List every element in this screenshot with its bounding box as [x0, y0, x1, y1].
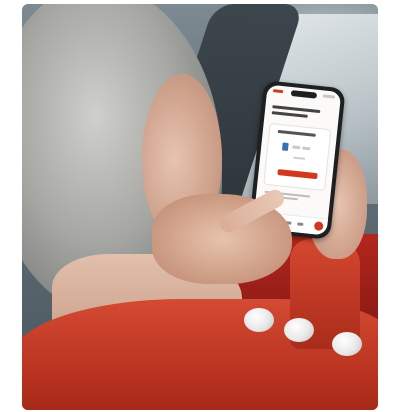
phone-notch	[290, 90, 318, 99]
card-text-line	[293, 156, 306, 160]
chat-fab-icon	[313, 221, 324, 232]
screen-title-line	[271, 111, 308, 118]
card-cta-button	[277, 169, 318, 180]
status-logo-icon	[272, 89, 284, 94]
screen-card	[263, 122, 332, 192]
card-heading-line	[277, 129, 316, 137]
tab-icon	[297, 222, 304, 227]
card-text-line	[302, 146, 311, 151]
photo	[22, 4, 378, 410]
sweater-button-3	[332, 332, 362, 356]
card-text-line	[292, 145, 301, 150]
battery-icon	[322, 94, 335, 99]
card-toggle-icon	[281, 142, 289, 151]
sweater-button-2	[284, 318, 314, 342]
sweater-button-1	[244, 308, 274, 332]
